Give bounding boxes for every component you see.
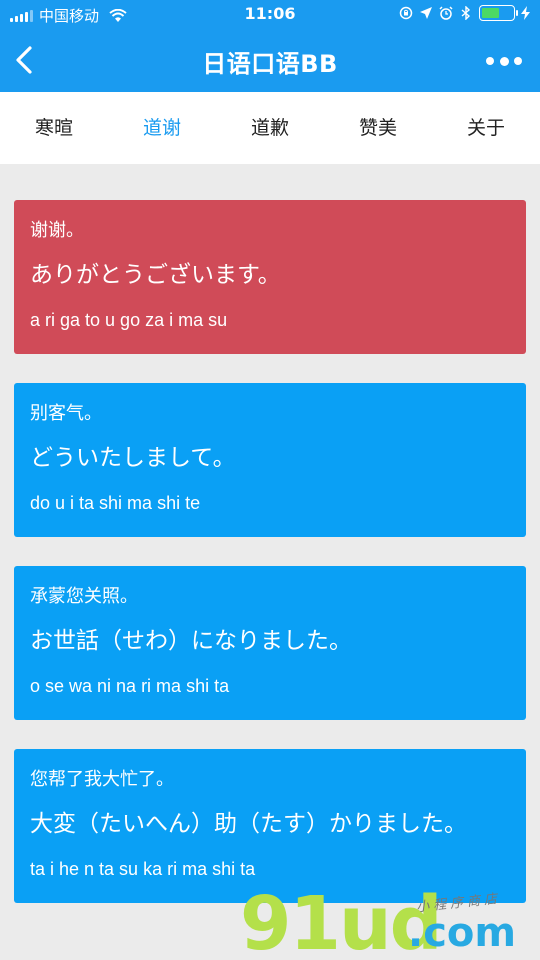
page-title: 日语口语BB: [202, 50, 338, 78]
rotation-lock-icon: [399, 6, 413, 20]
tab-thanks[interactable]: 道谢: [108, 92, 216, 164]
phrase-chinese: 承蒙您关照。: [30, 586, 138, 607]
watermark-domain: .com: [408, 910, 517, 956]
phrase-chinese: 别客气。: [30, 403, 102, 424]
phrase-card[interactable]: 别客气。 どういたしまして。 do u i ta shi ma shi te: [14, 383, 526, 537]
more-options-button[interactable]: [486, 54, 522, 68]
phrase-japanese: お世話（せわ）になりました。: [30, 628, 352, 654]
bluetooth-icon: [461, 6, 471, 20]
tab-greetings[interactable]: 寒暄: [0, 92, 108, 164]
tab-apology[interactable]: 道歉: [216, 92, 324, 164]
status-bar: 中国移动 11:06: [0, 0, 540, 30]
phrase-japanese: ありがとうございます。: [30, 262, 281, 288]
status-right: [399, 5, 530, 21]
phrase-romaji: o se wa ni na ri ma shi ta: [30, 676, 230, 696]
battery-icon: [479, 5, 518, 21]
category-tabs: 寒暄 道谢 道歉 赞美 关于: [0, 92, 540, 164]
phrase-chinese: 您帮了我大忙了。: [30, 769, 174, 790]
phrase-list: 谢谢。 ありがとうございます。 a ri ga to u go za i ma …: [14, 200, 526, 932]
alarm-icon: [439, 6, 453, 20]
phrase-romaji: do u i ta shi ma shi te: [30, 493, 201, 513]
more-dot-icon: [514, 57, 522, 65]
more-dot-icon: [499, 56, 509, 66]
navigation-bar: 日语口语BB: [0, 30, 540, 92]
charging-icon: [521, 6, 530, 20]
phrase-card[interactable]: 谢谢。 ありがとうございます。 a ri ga to u go za i ma …: [14, 200, 526, 354]
phrase-japanese: どういたしまして。: [30, 445, 236, 471]
phrase-chinese: 谢谢。: [30, 220, 84, 241]
more-dot-icon: [486, 57, 494, 65]
phrase-card[interactable]: 承蒙您关照。 お世話（せわ）になりました。 o se wa ni na ri m…: [14, 566, 526, 720]
phrase-japanese: 大変（たいへん）助（たす）かりました。: [30, 811, 467, 837]
app-header: 中国移动 11:06 日语口语BB: [0, 0, 540, 92]
phrase-card[interactable]: 您帮了我大忙了。 大変（たいへん）助（たす）かりました。 ta i he n t…: [14, 749, 526, 903]
phrase-romaji: ta i he n ta su ka ri ma shi ta: [30, 859, 256, 879]
tab-praise[interactable]: 赞美: [324, 92, 432, 164]
tab-about[interactable]: 关于: [432, 92, 540, 164]
watermark: 91ud .com 小程序商店: [240, 887, 530, 960]
location-icon: [420, 7, 432, 19]
phrase-romaji: a ri ga to u go za i ma su: [30, 310, 228, 330]
